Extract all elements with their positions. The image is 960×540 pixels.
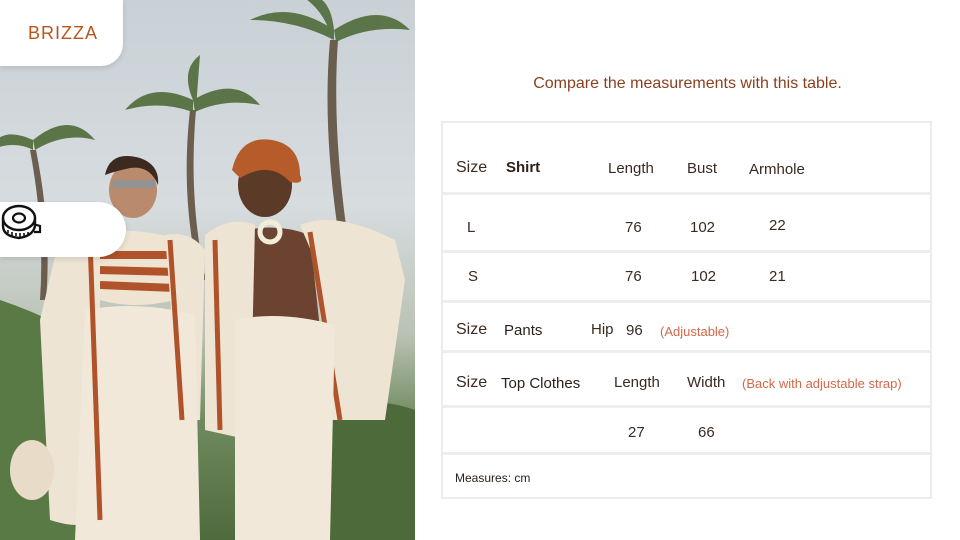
- shirt-title: Shirt: [506, 159, 541, 176]
- armhole-cell: 21: [769, 268, 786, 285]
- hip-value: 96: [626, 322, 643, 339]
- size-label: Size: [456, 159, 488, 176]
- shirt-bust-header: Bust: [687, 160, 718, 177]
- top-length-header: Length: [614, 374, 660, 391]
- length-cell: 76: [625, 219, 642, 236]
- measuring-tape-icon: [1, 204, 42, 240]
- page-heading: Compare the measurements with this table…: [533, 75, 842, 92]
- size-table: Size Shirt Length Bust Armhole L 76 102 …: [441, 121, 932, 499]
- size-label: Size: [456, 321, 488, 338]
- measuring-tape-badge: [0, 202, 126, 257]
- top-width-cell: 66: [698, 424, 715, 441]
- bust-cell: 102: [690, 219, 716, 236]
- top-length-cell: 27: [628, 424, 645, 441]
- size-cell: S: [468, 268, 479, 285]
- top-header-row: Size Top Clothes Length Width (Back with…: [443, 353, 930, 408]
- top-width-header: Width: [687, 374, 726, 391]
- shirt-length-header: Length: [608, 160, 654, 177]
- size-label: Size: [456, 374, 488, 391]
- top-title: Top Clothes: [501, 375, 581, 392]
- pants-row: Size Pants Hip 96 (Adjustable): [443, 303, 930, 353]
- pants-title: Pants: [504, 322, 543, 339]
- hero-photo: BRIZZA: [0, 0, 415, 540]
- brand-logo-card: BRIZZA: [0, 0, 123, 66]
- photo-illustration: [0, 0, 415, 540]
- table-row: S 76 102 21: [443, 253, 930, 303]
- top-note: (Back with adjustable strap): [742, 376, 902, 391]
- shirt-header-row: Size Shirt Length Bust Armhole: [443, 123, 930, 195]
- pants-note: (Adjustable): [660, 324, 730, 339]
- hip-label: Hip: [591, 321, 614, 338]
- units-note: Measures: cm: [455, 471, 531, 485]
- bust-cell: 102: [691, 268, 717, 285]
- shirt-armhole-header: Armhole: [749, 161, 805, 178]
- table-row: L 76 102 22: [443, 195, 930, 253]
- brand-logo: BRIZZA: [28, 22, 99, 43]
- size-cell: L: [467, 219, 476, 236]
- footer-row: Measures: cm: [443, 455, 930, 499]
- table-row: 27 66: [443, 408, 930, 455]
- armhole-cell: 22: [769, 217, 786, 234]
- length-cell: 76: [625, 268, 642, 285]
